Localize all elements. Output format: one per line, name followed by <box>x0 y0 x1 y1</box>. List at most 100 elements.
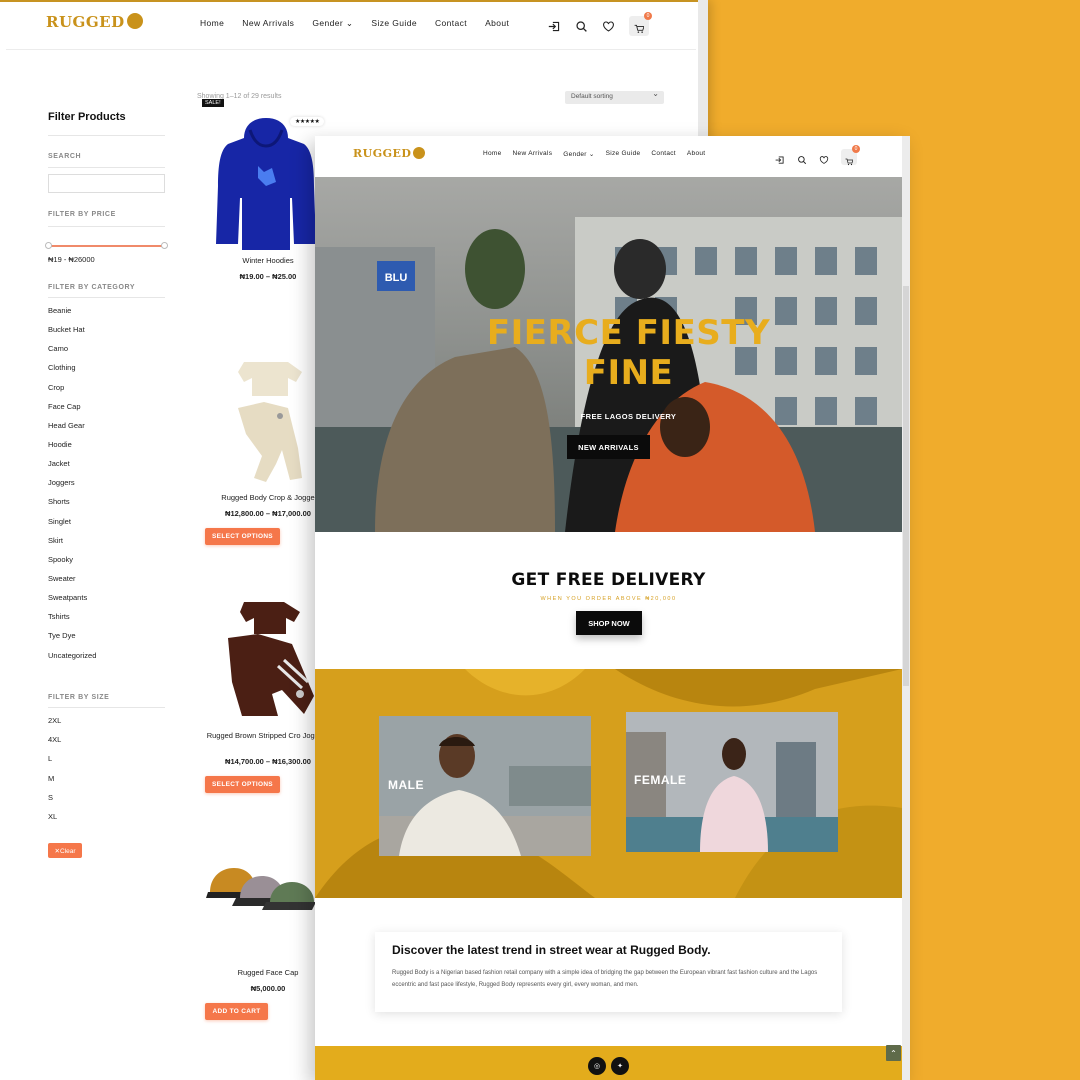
hero-title: FIERCE FIESTY FINE <box>315 313 902 393</box>
size-filter-label: FILTER BY SIZE <box>48 694 110 701</box>
nav-gender[interactable]: Gender ⌄ <box>563 150 594 158</box>
category-item[interactable]: Skirt <box>48 536 96 555</box>
size-item[interactable]: 4XL <box>48 735 61 754</box>
price-min-handle[interactable] <box>45 242 52 249</box>
product-name[interactable]: Rugged Body Crop & Jogge <box>203 493 333 504</box>
filter-title: Filter Products <box>48 111 126 123</box>
cart-button[interactable]: 0 <box>841 145 860 166</box>
clear-filters-button[interactable]: ✕Clear <box>48 843 82 858</box>
category-item[interactable]: Uncategorized <box>48 651 96 670</box>
about-title: Discover the latest trend in street wear… <box>392 943 711 957</box>
product-price: ₦12,800.00 – ₦17,000.00 <box>225 509 311 518</box>
cart-button[interactable]: 0 <box>629 12 652 36</box>
category-item[interactable]: Spooky <box>48 555 96 574</box>
category-item[interactable]: Clothing <box>48 363 96 382</box>
nav-new-arrivals[interactable]: New Arrivals <box>513 150 553 158</box>
divider <box>48 226 165 227</box>
product-image-face-caps[interactable] <box>204 862 316 922</box>
instagram-icon[interactable]: ◎ <box>588 1057 606 1075</box>
category-filter-label: FILTER BY CATEGORY <box>48 284 136 291</box>
search-icon[interactable] <box>797 152 807 165</box>
price-slider[interactable] <box>45 242 168 249</box>
category-item[interactable]: Tye Dye <box>48 631 96 650</box>
nav-contact[interactable]: Contact <box>435 18 467 29</box>
category-item[interactable]: Jacket <box>48 459 96 478</box>
twitter-icon[interactable]: ✦ <box>611 1057 629 1075</box>
product-image-hoodie[interactable] <box>214 116 318 250</box>
divider <box>48 707 165 708</box>
star-rating: ★★★★★ <box>290 117 325 126</box>
product-price: ₦5,000.00 <box>250 984 286 993</box>
search-icon[interactable] <box>575 20 588 33</box>
size-item[interactable]: 2XL <box>48 716 61 735</box>
wishlist-heart-icon[interactable] <box>819 152 829 164</box>
lion-logo-icon <box>126 13 143 29</box>
wishlist-heart-icon[interactable] <box>602 20 615 33</box>
search-input[interactable] <box>48 174 165 193</box>
select-options-button[interactable]: SELECT OPTIONS <box>205 776 280 793</box>
shop-now-button[interactable]: SHOP NOW <box>576 611 642 635</box>
product-name[interactable]: Rugged Brown Stripped Cro Joggers <box>203 731 333 742</box>
product-name[interactable]: Rugged Face Cap <box>203 968 333 979</box>
category-item[interactable]: Hoodie <box>48 440 96 459</box>
sale-badge: SALE! <box>202 99 224 107</box>
cart-icon <box>845 153 854 166</box>
scroll-to-top-button[interactable]: ⌃ <box>886 1045 901 1061</box>
category-item[interactable]: Tshirts <box>48 612 96 631</box>
category-item[interactable]: Sweater <box>48 574 96 593</box>
nav-gender[interactable]: Gender ⌄ <box>312 18 353 29</box>
category-item[interactable]: Singlet <box>48 517 96 536</box>
size-item[interactable]: M <box>48 774 61 793</box>
female-category-card[interactable]: FEMALE <box>626 712 838 852</box>
search-label: SEARCH <box>48 153 82 160</box>
main-nav: Home New Arrivals Gender ⌄ Size Guide Co… <box>483 150 705 158</box>
hero-banner: BLU FIERCE FIESTY FINE FREE LAGOS DELIVE… <box>315 177 902 532</box>
cart-count-badge: 0 <box>852 145 860 153</box>
new-arrivals-button[interactable]: NEW ARRIVALS <box>567 435 650 459</box>
add-to-cart-button[interactable]: ADD TO CART <box>205 1003 268 1020</box>
nav-contact[interactable]: Contact <box>651 150 676 158</box>
category-item[interactable]: Sweatpants <box>48 593 96 612</box>
scrollbar-thumb[interactable] <box>903 286 909 686</box>
category-item[interactable]: Beanie <box>48 306 96 325</box>
brand-logo[interactable]: RUGGED <box>353 147 426 160</box>
size-item[interactable]: S <box>48 793 61 812</box>
select-options-button[interactable]: SELECT OPTIONS <box>205 528 280 545</box>
category-item[interactable]: Camo <box>48 344 96 363</box>
price-max-handle[interactable] <box>161 242 168 249</box>
male-category-card[interactable]: MALE <box>379 716 591 856</box>
hero-subtitle: FREE LAGOS DELIVERY <box>580 412 677 421</box>
nav-about[interactable]: About <box>687 150 706 158</box>
category-item[interactable]: Crop <box>48 383 96 402</box>
nav-size-guide[interactable]: Size Guide <box>371 18 417 29</box>
product-name[interactable]: Winter Hoodies <box>203 256 333 267</box>
category-item[interactable]: Bucket Hat <box>48 325 96 344</box>
category-item[interactable]: Joggers <box>48 478 96 497</box>
nav-size-guide[interactable]: Size Guide <box>606 150 641 158</box>
nav-home[interactable]: Home <box>483 150 502 158</box>
gender-section: MALE FEMALE <box>315 669 902 898</box>
login-icon[interactable] <box>548 20 561 33</box>
delivery-subtitle: WHEN YOU ORDER ABOVE ₦20,000 <box>540 596 677 602</box>
product-price: ₦14,700.00 – ₦16,300.00 <box>225 757 311 766</box>
price-range-text: ₦19 - ₦26000 <box>48 255 95 264</box>
header-divider <box>6 49 696 50</box>
male-label: MALE <box>388 778 424 792</box>
product-image-crop-jogger[interactable] <box>224 358 314 484</box>
nav-about[interactable]: About <box>485 18 509 29</box>
size-item[interactable]: XL <box>48 812 61 831</box>
footer: ◎ ✦ <box>315 1046 902 1080</box>
category-item[interactable]: Head Gear <box>48 421 96 440</box>
nav-new-arrivals[interactable]: New Arrivals <box>242 18 294 29</box>
brand-logo[interactable]: RUGGED <box>46 13 143 31</box>
nav-home[interactable]: Home <box>200 18 224 29</box>
header-icons: 0 <box>548 12 652 36</box>
category-item[interactable]: Face Cap <box>48 402 96 421</box>
sort-select[interactable]: Default sorting <box>565 89 664 104</box>
size-item[interactable]: L <box>48 754 61 773</box>
product-image-brown-joggers[interactable] <box>222 596 318 720</box>
header-icons: 0 <box>775 145 860 166</box>
category-item[interactable]: Shorts <box>48 497 96 516</box>
login-icon[interactable] <box>775 152 785 164</box>
hero-title-line-2: FINE <box>583 353 674 393</box>
